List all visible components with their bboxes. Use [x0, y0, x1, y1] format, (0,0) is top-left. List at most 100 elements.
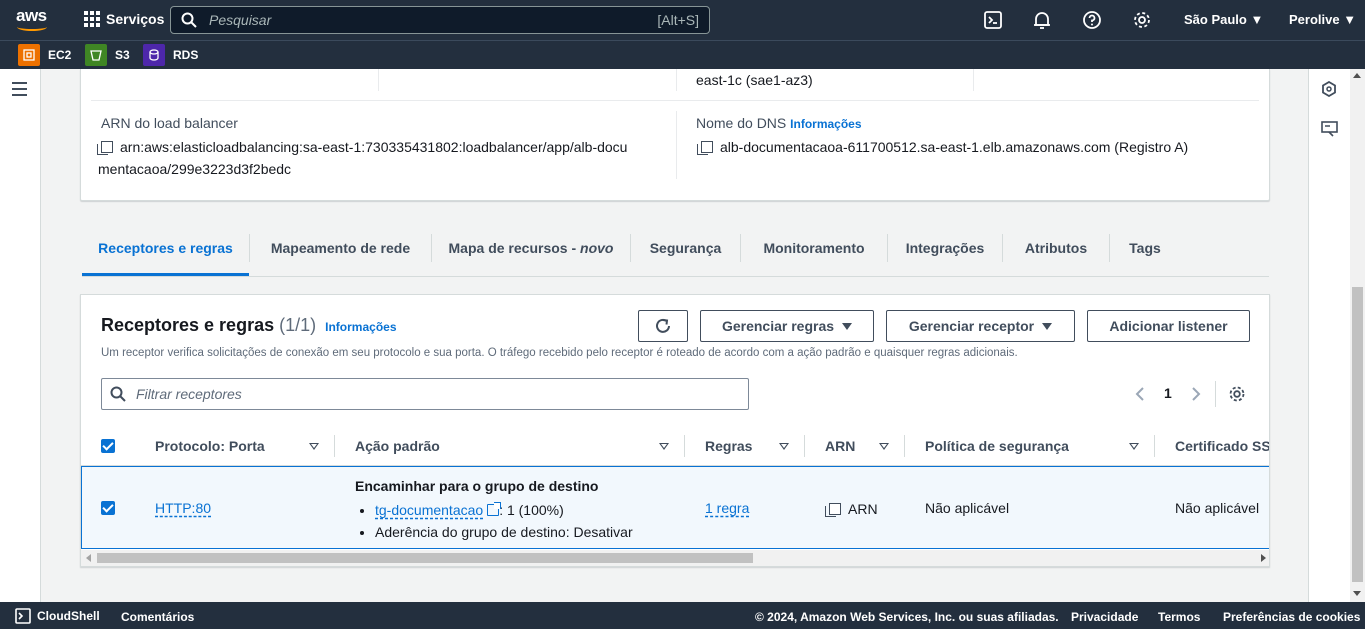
account-label: Perolive: [1289, 12, 1340, 27]
left-rail: [0, 69, 41, 602]
favorites-bar: EC2 S3 RDS: [0, 40, 1365, 69]
select-all-checkbox[interactable]: [101, 439, 115, 453]
target-group-link[interactable]: tg-documentacao: [375, 502, 483, 518]
chevron-right-icon[interactable]: [1191, 386, 1201, 402]
hexagon-icon[interactable]: [1321, 81, 1337, 97]
search-shortcut: [Alt+S]: [657, 12, 699, 28]
col-rules[interactable]: Regras: [705, 438, 752, 454]
cloudshell-icon[interactable]: [983, 10, 1003, 30]
chevron-left-icon[interactable]: [1135, 386, 1145, 402]
aws-logo[interactable]: aws: [16, 7, 52, 32]
sort-icon[interactable]: [1129, 443, 1139, 450]
cookie-preferences-link[interactable]: Preferências de cookies: [1223, 610, 1360, 624]
caret-down-icon: [842, 322, 853, 330]
rules-link[interactable]: 1 regra: [705, 500, 749, 516]
page-scrollbar[interactable]: [1350, 69, 1365, 602]
scrollbar-thumb[interactable]: [1352, 287, 1363, 582]
region-selector[interactable]: São Paulo ▼: [1184, 12, 1263, 27]
gear-icon[interactable]: [1132, 10, 1152, 30]
listeners-description: Um receptor verifica solicitações de con…: [101, 347, 1018, 359]
copyright-text: © 2024, Amazon Web Services, Inc. ou sua…: [755, 610, 1059, 624]
dns-label-text: Nome do DNS: [696, 115, 787, 131]
protocol-port-link[interactable]: HTTP:80: [155, 500, 211, 516]
feedback-link[interactable]: Comentários: [121, 610, 194, 624]
settings-gear-icon[interactable]: [1228, 385, 1246, 403]
region-label: São Paulo: [1184, 12, 1247, 27]
table-header: Protocolo: Porta Ação padrão Regras ARN …: [81, 427, 1269, 466]
listeners-info-link[interactable]: Informações: [325, 320, 396, 334]
refresh-button[interactable]: [638, 310, 688, 342]
default-action-title: Encaminhar para o grupo de destino: [355, 478, 599, 494]
services-menu-button[interactable]: Serviços: [84, 11, 164, 27]
search-icon: [181, 12, 197, 28]
account-menu[interactable]: Perolive ▼: [1289, 12, 1356, 27]
external-link-icon[interactable]: [487, 502, 502, 516]
favorite-s3[interactable]: S3: [85, 44, 130, 66]
cloudshell-button[interactable]: CloudShell: [15, 608, 100, 624]
tab-network-mapping[interactable]: Mapeamento de rede: [250, 232, 431, 276]
ssl-certificate-cell: Não aplicável: [1175, 500, 1260, 516]
horizontal-scrollbar-thumb[interactable]: [97, 553, 753, 563]
page-number[interactable]: 1: [1164, 385, 1172, 401]
filter-placeholder: Filtrar receptores: [136, 386, 242, 402]
sort-icon[interactable]: [779, 443, 789, 450]
cloudshell-icon: [15, 608, 31, 624]
privacy-link[interactable]: Privacidade: [1071, 610, 1138, 624]
add-listener-label: Adicionar listener: [1109, 318, 1228, 334]
col-security-policy[interactable]: Política de segurança: [925, 438, 1069, 454]
search-input[interactable]: Pesquisar [Alt+S]: [170, 6, 710, 34]
copy-icon[interactable]: [697, 141, 713, 155]
dns-info-link[interactable]: Informações: [790, 117, 861, 131]
help-icon[interactable]: [1082, 10, 1102, 30]
top-navigation: aws Serviços Pesquisar [Alt+S] São Paulo: [0, 0, 1365, 40]
terms-link[interactable]: Termos: [1158, 610, 1200, 624]
col-default-action[interactable]: Ação padrão: [355, 438, 440, 454]
arn-copy[interactable]: ARN: [825, 501, 878, 517]
sort-icon[interactable]: [659, 443, 669, 450]
col-ssl-certificate[interactable]: Certificado SSL: [1175, 438, 1269, 454]
right-rail: [1308, 69, 1350, 602]
dns-value: alb-documentacaoa-611700512.sa-east-1.el…: [697, 136, 1188, 158]
menu-icon[interactable]: [12, 82, 27, 100]
manage-listener-button[interactable]: Gerenciar receptor: [886, 310, 1075, 342]
favorite-label: EC2: [48, 48, 72, 62]
manage-rules-button[interactable]: Gerenciar regras: [700, 310, 874, 342]
tab-listeners[interactable]: Receptores e regras: [82, 232, 249, 276]
copy-icon[interactable]: [97, 141, 113, 155]
load-balancer-details: east-1c (sae1-az3) ARN do load balancer …: [80, 69, 1270, 201]
row-checkbox[interactable]: [101, 501, 115, 515]
add-listener-button[interactable]: Adicionar listener: [1087, 310, 1250, 342]
col-arn[interactable]: ARN: [825, 438, 855, 454]
tab-monitoring[interactable]: Monitoramento: [741, 232, 887, 276]
listeners-container: Receptores e regras (1/1) Informações Um…: [80, 294, 1270, 567]
table-horizontal-scrollbar[interactable]: [81, 550, 1269, 566]
tab-bar: Receptores e regras Mapeamento de rede M…: [82, 232, 1269, 277]
tab-resource-map[interactable]: Mapa de recursos - novo: [432, 232, 630, 276]
s3-icon: [85, 44, 107, 66]
tab-attributes[interactable]: Atributos: [1003, 232, 1109, 276]
search-placeholder: Pesquisar: [209, 12, 272, 28]
arn-value-line2: mentacaoa/299e3223d3f2bedc: [98, 161, 292, 177]
table-row[interactable]: HTTP:80 Encaminhar para o grupo de desti…: [81, 466, 1269, 549]
arn-value-line1: arn:aws:elasticloadbalancing:sa-east-1:7…: [120, 139, 628, 155]
copy-icon[interactable]: [825, 503, 841, 517]
arn-label: ARN do load balancer: [101, 115, 238, 131]
rules-link-text[interactable]: 1 regra: [705, 500, 749, 516]
feedback-icon[interactable]: [1321, 121, 1338, 137]
tab-tags[interactable]: Tags: [1110, 232, 1180, 276]
stickiness-item: Aderência do grupo de destino: Desativar: [375, 521, 633, 543]
sort-icon[interactable]: [879, 443, 889, 450]
filter-listeners-input[interactable]: Filtrar receptores: [101, 378, 749, 410]
tab-integrations[interactable]: Integrações: [888, 232, 1002, 276]
footer: CloudShell Comentários © 2024, Amazon We…: [0, 602, 1365, 629]
favorite-ec2[interactable]: EC2: [18, 44, 71, 66]
favorite-rds[interactable]: RDS: [143, 44, 198, 66]
protocol-port-text[interactable]: HTTP:80: [155, 500, 211, 516]
listeners-count: (1/1): [279, 315, 317, 335]
bell-icon[interactable]: [1032, 10, 1052, 30]
services-label: Serviços: [106, 11, 165, 27]
sort-icon[interactable]: [309, 443, 319, 450]
tab-security[interactable]: Segurança: [631, 232, 740, 276]
col-protocol-port[interactable]: Protocolo: Porta: [155, 438, 265, 454]
default-action-list: tg-documentacao: 1 (100%) Aderência do g…: [355, 499, 633, 543]
